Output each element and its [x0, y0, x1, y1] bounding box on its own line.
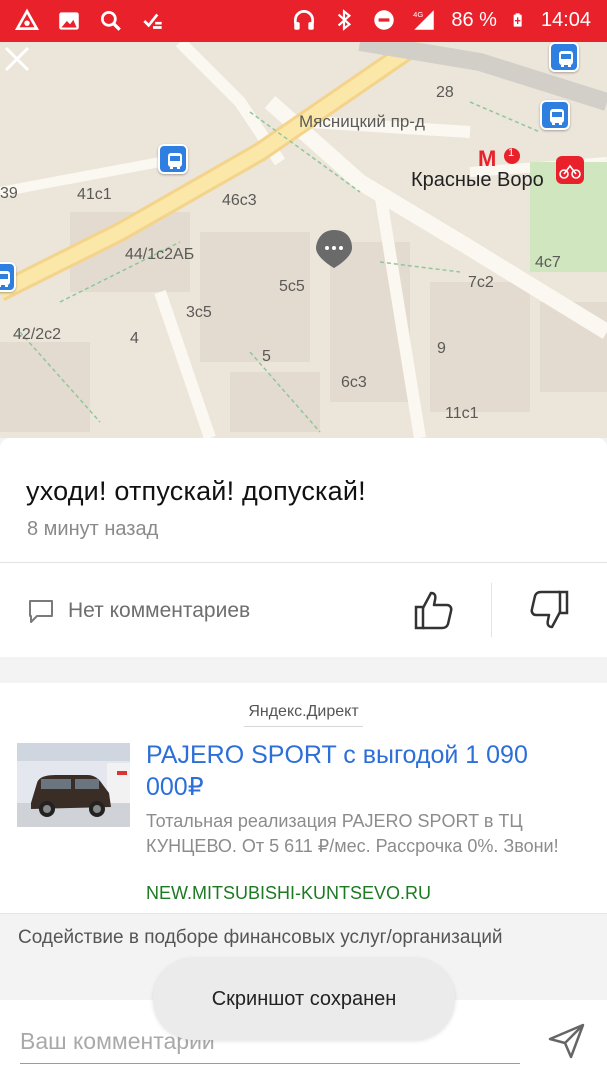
post-time: 8 минут назад	[27, 518, 159, 540]
house-number: 28	[436, 84, 454, 101]
assistant-icon	[14, 8, 40, 30]
search-icon	[100, 10, 121, 31]
bike-share-icon	[556, 156, 584, 184]
bus-stop-icon[interactable]	[158, 144, 188, 174]
ad-block[interactable]: Яндекс.Директ PAJERO SPORT с выгодой 1 0…	[0, 683, 607, 913]
map-view[interactable]: M Мясницкий пр-д Красные Воро 1 28 39 41…	[0, 42, 607, 438]
house-number: 4с7	[535, 254, 561, 271]
bus-stop-icon[interactable]	[549, 42, 579, 72]
house-number: 39	[0, 185, 18, 202]
house-number: 46с3	[222, 192, 257, 209]
status-bar: 4G 86 % 14:04	[0, 0, 607, 42]
bluetooth-icon	[338, 9, 352, 31]
signal-icon: 4G	[414, 10, 435, 30]
section-gap	[0, 657, 607, 683]
street-label: Мясницкий пр-д	[299, 112, 425, 131]
send-icon[interactable]	[547, 1022, 587, 1060]
house-number: 5с5	[279, 278, 305, 295]
house-number: 3с5	[186, 304, 212, 321]
ad-description: Тотальная реализация PAJERO SPORT в ТЦ К…	[146, 811, 559, 856]
checklist-icon	[143, 13, 162, 29]
comments-count[interactable]: Нет комментариев	[68, 599, 250, 623]
ad-disclaimer: Содействие в подборе финансовых услуг/ор…	[0, 913, 607, 961]
house-number: 42/2с2	[13, 326, 62, 343]
post-title: уходи! отпускай! допускай!	[26, 476, 366, 506]
ad-url-link[interactable]: NEW.MITSUBISHI-KUNTSEVO.RU	[146, 883, 431, 904]
battery-icon	[513, 13, 522, 27]
ad-provider-label: Яндекс.Директ	[244, 703, 363, 727]
post-card: уходи! отпускай! допускай! 8 минут назад	[0, 438, 607, 562]
house-number: 7с2	[468, 274, 494, 291]
metro-station-label[interactable]: Красные Воро	[411, 169, 544, 192]
divider	[491, 583, 492, 637]
map-canvas: M	[0, 42, 607, 438]
house-number: 6с3	[341, 374, 367, 391]
metro-line-number: 1	[508, 147, 515, 159]
clock: 14:04	[540, 8, 591, 31]
toast-message: Скриншот сохранен	[153, 958, 455, 1040]
like-icon[interactable]	[410, 587, 456, 633]
ad-image[interactable]	[17, 743, 130, 827]
house-number: 5	[262, 348, 271, 365]
house-number: 41с1	[77, 186, 112, 203]
close-icon[interactable]	[0, 42, 34, 76]
bus-stop-icon[interactable]	[0, 262, 16, 292]
comment-icon[interactable]	[27, 597, 55, 625]
house-number: 11с1	[445, 405, 479, 422]
svg-text:4G: 4G	[414, 10, 424, 19]
image-icon	[59, 12, 79, 30]
ad-disclaimer-text: Содействие в подборе финансовых услуг/ор…	[18, 927, 503, 948]
house-number: 4	[130, 330, 139, 347]
ad-title-link[interactable]: PAJERO SPORT с выгодой 1 090 000₽	[146, 739, 586, 803]
headphones-icon	[294, 9, 315, 30]
bus-stop-icon[interactable]	[540, 100, 570, 130]
dislike-icon[interactable]	[527, 587, 573, 633]
post-actions: Нет комментариев	[0, 563, 607, 657]
do-not-disturb-icon	[374, 10, 395, 30]
house-number: 9	[437, 340, 446, 357]
battery-percent: 86 %	[451, 8, 497, 31]
metro-icon: M	[478, 146, 496, 171]
house-number: 44/1с2АБ	[125, 246, 195, 263]
